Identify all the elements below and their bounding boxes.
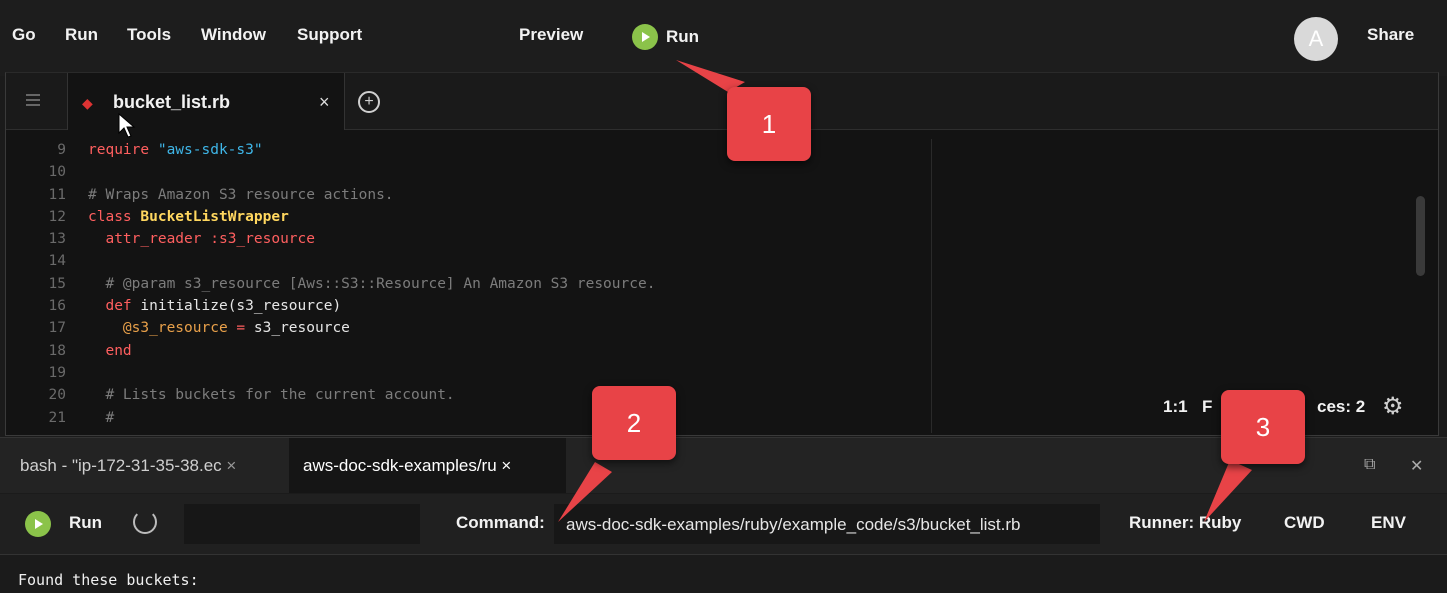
- preview-button[interactable]: Preview: [519, 25, 583, 45]
- code-text: attr_reader :s3_resource: [105, 231, 315, 248]
- mouse-cursor-icon: [118, 113, 136, 138]
- command-value: aws-doc-sdk-examples/ruby/example_code/s…: [566, 515, 1021, 534]
- editor-tab-bar: ◆ bucket_list.rb × +: [6, 73, 1438, 130]
- code-line[interactable]: 11 # Wraps Amazon S3 resource actions.: [6, 184, 926, 206]
- tab-bucket-list[interactable]: ◆ bucket_list.rb ×: [67, 73, 345, 130]
- menu-go[interactable]: Go: [12, 25, 36, 45]
- command-label: Command:: [456, 513, 545, 532]
- code-line[interactable]: 10: [6, 161, 926, 183]
- env-button[interactable]: ENV: [1371, 513, 1406, 533]
- play-icon[interactable]: [25, 511, 51, 537]
- code-line[interactable]: 19: [6, 362, 926, 384]
- close-tab-icon[interactable]: ×: [501, 456, 511, 475]
- close-panel-icon[interactable]: ✕: [1410, 456, 1423, 476]
- code-text: # Lists buckets for the current account.: [88, 387, 455, 404]
- code-line[interactable]: 18 end: [6, 340, 926, 362]
- code-line[interactable]: 21 #: [6, 407, 926, 429]
- line-number: 12: [48, 208, 66, 225]
- maximize-icon[interactable]: ⧉: [1364, 456, 1375, 474]
- menu-icon[interactable]: [26, 91, 40, 109]
- tab-bash[interactable]: bash - "ip-172-31-35-38.ec ×: [0, 438, 287, 493]
- code-line[interactable]: 20 # Lists buckets for the current accou…: [6, 384, 926, 406]
- command-input[interactable]: aws-doc-sdk-examples/ruby/example_code/s…: [554, 504, 1100, 544]
- code-line[interactable]: 17 @s3_resource = s3_resource: [6, 317, 926, 339]
- play-icon: [632, 24, 658, 50]
- line-number: 18: [48, 342, 66, 359]
- menu-support[interactable]: Support: [297, 25, 362, 45]
- runner-toolbar: Run Command: aws-doc-sdk-examples/ruby/e…: [0, 494, 1447, 555]
- code-line[interactable]: 16 def initialize(s3_resource): [6, 295, 926, 317]
- line-number: 17: [48, 320, 66, 337]
- callout-2: 2: [592, 386, 676, 460]
- code-text: class BucketListWrapper: [88, 208, 289, 225]
- line-number: 14: [48, 253, 66, 270]
- editor-pane: ◆ bucket_list.rb × + 9 require "aws-sdk-s…: [5, 72, 1439, 436]
- code-text: @s3_resource = s3_resource: [122, 320, 350, 337]
- terminal-output: Found these buckets:: [18, 571, 199, 589]
- run-button-label: Run: [666, 27, 700, 46]
- runner-args-input[interactable]: [184, 504, 420, 544]
- callout-1: 1: [727, 87, 811, 161]
- code-text: def initialize(s3_resource): [105, 298, 342, 315]
- soft-tabs-setting[interactable]: ces: 2: [1317, 397, 1365, 417]
- callout-3: 3: [1221, 390, 1305, 464]
- close-tab-icon[interactable]: ×: [319, 92, 330, 113]
- line-number: 19: [48, 364, 66, 381]
- code-text: # Wraps Amazon S3 resource actions.: [88, 186, 394, 203]
- menu-bar: Go Run Tools Window Support Preview Run …: [0, 0, 1447, 76]
- cwd-button[interactable]: CWD: [1284, 513, 1325, 533]
- menu-window[interactable]: Window: [201, 25, 266, 45]
- menu-tools[interactable]: Tools: [127, 25, 171, 45]
- tab-runner[interactable]: aws-doc-sdk-examples/ru ×: [289, 438, 566, 493]
- soft-tabs-prefix: F: [1202, 397, 1213, 416]
- add-tab-icon[interactable]: +: [358, 91, 380, 113]
- tab-label: bucket_list.rb: [113, 92, 231, 112]
- print-margin: [931, 139, 932, 433]
- tab-runner-label: aws-doc-sdk-examples/ru: [303, 456, 497, 475]
- editor-scrollbar[interactable]: [1416, 196, 1425, 276]
- code-text: # @param s3_resource [Aws::S3::Resource]…: [88, 275, 656, 292]
- code-line[interactable]: 13 attr_reader :s3_resource: [6, 228, 926, 250]
- line-number: 11: [48, 186, 66, 203]
- menu-run[interactable]: Run: [65, 25, 98, 45]
- line-number: 13: [48, 231, 66, 248]
- line-number: 15: [48, 275, 66, 292]
- cursor-position[interactable]: 1:1: [1163, 397, 1188, 417]
- gear-icon[interactable]: ⚙: [1382, 392, 1404, 421]
- avatar[interactable]: A: [1294, 17, 1338, 61]
- ruby-file-icon: ◆: [82, 95, 93, 111]
- code-line[interactable]: 14: [6, 250, 926, 272]
- code-editor[interactable]: 9 require "aws-sdk-s3" 10 11 # Wraps Amazon …: [6, 139, 926, 429]
- run-button[interactable]: Run: [632, 24, 699, 50]
- line-number: 16: [48, 298, 66, 315]
- line-number: 10: [48, 164, 66, 181]
- code-line[interactable]: 12 class BucketListWrapper: [6, 206, 926, 228]
- code-text: require "aws-sdk-s3": [88, 142, 263, 158]
- line-number: 9: [57, 142, 66, 158]
- restart-icon[interactable]: [133, 510, 157, 534]
- close-tab-icon[interactable]: ×: [226, 456, 236, 475]
- code-line[interactable]: 15 # @param s3_resource [Aws::S3::Resour…: [6, 273, 926, 295]
- share-button[interactable]: Share: [1367, 25, 1414, 45]
- runner-selector[interactable]: Runner: Ruby: [1129, 513, 1241, 533]
- code-text: end: [105, 342, 132, 359]
- code-text: #: [88, 409, 115, 426]
- line-number: 20: [48, 387, 66, 404]
- tab-bash-label: bash - "ip-172-31-35-38.ec: [20, 456, 222, 475]
- line-number: 21: [48, 409, 66, 426]
- run-button[interactable]: Run: [69, 513, 102, 533]
